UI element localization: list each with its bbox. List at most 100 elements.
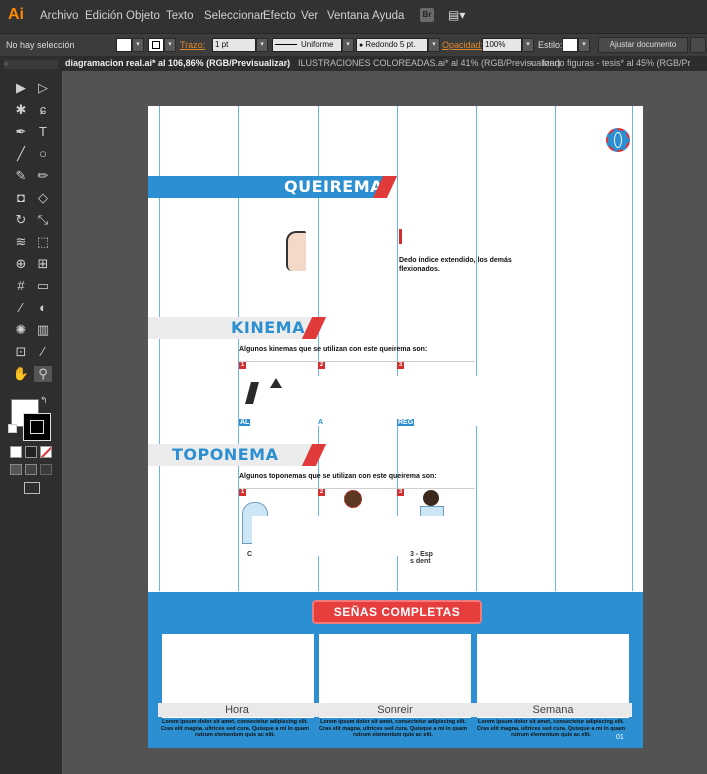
preferences-button[interactable]	[690, 37, 706, 53]
screen-mode-icon[interactable]	[24, 482, 40, 494]
menu-objeto[interactable]: Objeto	[126, 10, 160, 22]
perspective-icon[interactable]: ⊞	[34, 256, 52, 272]
toponema-caption-1: C	[247, 551, 253, 558]
menu-efecto[interactable]: Efecto	[263, 10, 296, 22]
fill-dropdown[interactable]: ▾	[132, 38, 144, 52]
graphic-style-swatch[interactable]	[562, 38, 578, 52]
close-icon[interactable]: ×	[283, 58, 288, 68]
queirema-description: Dedo índice extendido, los demás flexion…	[399, 257, 512, 273]
menu-seleccionar[interactable]: Seleccionar	[204, 10, 264, 22]
menu-ayuda[interactable]: Ayuda	[372, 10, 404, 22]
opacity-label[interactable]: Opacidad:	[442, 40, 483, 50]
tab-ilustraciones[interactable]: ILUSTRACIONES COLOREADAS.ai* al 41% (RGB…	[298, 58, 561, 68]
color-mode-icon[interactable]	[10, 446, 22, 458]
hand-illustration-icon	[286, 231, 306, 271]
gradient-mode-icon[interactable]	[25, 446, 37, 458]
brush-dropdown[interactable]: ▾	[428, 38, 440, 52]
stroke-label[interactable]: Trazo:	[180, 40, 205, 50]
ellipse-icon[interactable]: ○	[34, 146, 52, 162]
menu-ventana[interactable]: Ventana	[327, 10, 369, 22]
brush-label: Redondo 5 pt.	[365, 40, 416, 49]
rotate-icon[interactable]: ↻	[12, 212, 30, 228]
slice-icon[interactable]: ∕	[34, 344, 52, 360]
style-dropdown[interactable]: ▾	[578, 38, 590, 52]
lasso-icon[interactable]: ɕ	[34, 102, 52, 118]
word-label-hora: Hora	[158, 703, 316, 717]
toponema-caption-3b: s dent	[410, 558, 431, 565]
draw-behind-icon[interactable]	[25, 464, 37, 475]
stroke-weight-dropdown[interactable]: ▾	[256, 38, 268, 52]
scale-icon[interactable]: ⤡	[34, 212, 52, 228]
badge-3: 3	[397, 489, 404, 496]
menu-ver[interactable]: Ver	[301, 10, 318, 22]
draw-normal-icon[interactable]	[10, 464, 22, 475]
hand-icon[interactable]: ✋	[12, 366, 30, 382]
draw-inside-icon[interactable]	[40, 464, 52, 475]
lorem-text-1: Lorem ipsum dolor sit amet, consectetur …	[161, 719, 309, 738]
profile-dropdown[interactable]: ▾	[342, 38, 354, 52]
guide-line	[632, 106, 633, 591]
symbol-sprayer-icon[interactable]: ✺	[12, 322, 30, 338]
document-tabs: diagramacion real.ai* al 106,86% (RGB/Pr…	[62, 56, 707, 71]
close-icon[interactable]: ×	[529, 58, 534, 68]
menu-bar: Ai Archivo Edición Objeto Texto Seleccio…	[0, 0, 707, 33]
direct-select-icon[interactable]: ▷	[34, 80, 52, 96]
eraser-icon[interactable]: ◇	[34, 190, 52, 206]
app-logo: Ai	[8, 6, 24, 23]
globe-logo-icon	[606, 128, 630, 152]
variable-width-profile[interactable]: Uniforme	[272, 38, 342, 52]
blend-icon[interactable]: ◐	[34, 300, 52, 316]
menu-texto[interactable]: Texto	[166, 10, 194, 22]
select-icon[interactable]: ▶	[12, 80, 30, 96]
type-icon[interactable]: T	[34, 124, 52, 140]
free-transform-icon[interactable]: ⬚	[34, 234, 52, 250]
tab-fondo-figuras[interactable]: fondo figuras - tesis* al 45% (RGB/Pr	[542, 58, 691, 68]
selection-status: No hay selección	[6, 40, 75, 50]
stroke-weight-field[interactable]: 1 pt	[212, 38, 256, 52]
menu-archivo[interactable]: Archivo	[40, 10, 78, 22]
arrow-head-icon	[270, 378, 282, 388]
section-title-toponema: TOPONEMA	[172, 445, 279, 464]
none-mode-icon[interactable]	[40, 446, 52, 458]
section-title-queirema: QUEIREMA	[284, 177, 384, 196]
eyedropper-icon[interactable]: ⁄	[12, 300, 30, 316]
line-icon[interactable]: ╱	[12, 146, 30, 162]
motion-arrow-icon	[245, 382, 259, 404]
column-graph-icon[interactable]: ▥	[34, 322, 52, 338]
workspace-switcher[interactable]: ▤▾	[448, 8, 470, 22]
blob-brush-icon[interactable]: ◘	[12, 190, 30, 206]
tools-panel: « ▶ ▷ ✱ ɕ ✒ T ╱ ○ ✎ ✏ ◘ ◇ ↻ ⤡ ≋ ⬚ ⊕ ⊞ # ▭ ⁄ ◐ ✺ ▥ ⊡ ∕ ✋ ⚲ ↰	[0, 56, 62, 774]
shape-builder-icon[interactable]: ⊕	[12, 256, 30, 272]
pen-icon[interactable]: ✒	[12, 124, 30, 140]
lorem-text-2: Lorem ipsum dolor sit amet, consectetur …	[319, 719, 467, 738]
brush-definition[interactable]: ● Redondo 5 pt.	[356, 38, 428, 52]
stroke-swatch[interactable]	[148, 38, 164, 52]
artboard: QUEIREMA Dedo índice extendido, los demá…	[148, 106, 643, 748]
zoom-icon[interactable]: ⚲	[34, 366, 52, 382]
stroke-dropdown[interactable]: ▾	[164, 38, 176, 52]
mesh-icon[interactable]: #	[12, 278, 30, 294]
bridge-button[interactable]: Br	[420, 8, 434, 22]
opacity-dropdown[interactable]: ▾	[522, 38, 534, 52]
brush-icon[interactable]: ✎	[12, 168, 30, 184]
swap-colors-icon[interactable]: ↰	[40, 395, 48, 406]
magic-wand-icon[interactable]: ✱	[12, 102, 30, 118]
document-setup-button[interactable]: Ajustar documento	[598, 37, 688, 53]
badge-3: 3	[397, 362, 404, 369]
section-title-kinema: KINEMA	[231, 318, 305, 337]
canvas-area[interactable]: QUEIREMA Dedo índice extendido, los demá…	[62, 71, 707, 774]
gradient-icon[interactable]: ▭	[34, 278, 52, 294]
pencil-icon[interactable]: ✏	[34, 168, 52, 184]
kinema-caption-2: A	[318, 419, 324, 426]
fill-swatch[interactable]	[116, 38, 132, 52]
divider	[239, 361, 475, 362]
default-colors-icon[interactable]	[8, 424, 17, 433]
artboard-icon[interactable]: ⊡	[12, 344, 30, 360]
toponema-intro: Algunos toponemas que se utilizan con es…	[239, 473, 437, 480]
menu-edicion[interactable]: Edición	[85, 10, 123, 22]
panel-grip[interactable]: «	[4, 60, 58, 69]
tab-diagramacion[interactable]: diagramacion real.ai* al 106,86% (RGB/Pr…	[65, 58, 290, 68]
width-icon[interactable]: ≋	[12, 234, 30, 250]
stroke-color-box[interactable]	[23, 413, 51, 441]
opacity-field[interactable]: 100%	[482, 38, 522, 52]
